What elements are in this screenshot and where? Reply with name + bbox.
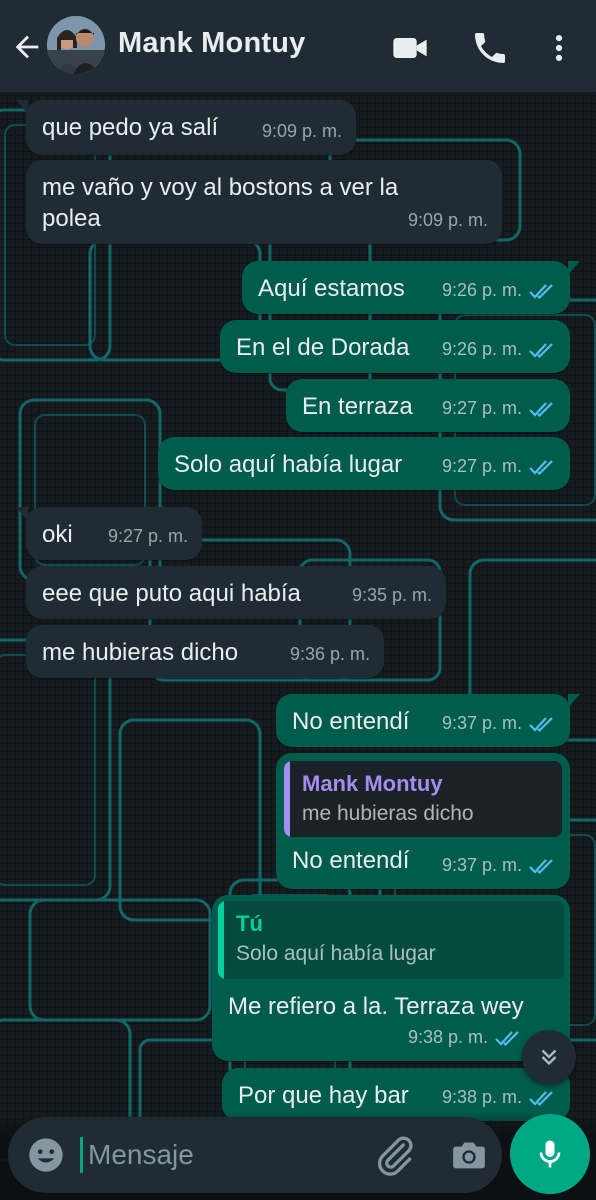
read-receipt-icon bbox=[495, 1030, 519, 1046]
message-text: En terraza bbox=[302, 393, 413, 420]
message-time: 9:09 p. m. bbox=[261, 121, 342, 141]
message-text: me hubieras dicho bbox=[42, 639, 239, 666]
message-bubble-outgoing[interactable]: En terraza 9:27 p. m. bbox=[286, 379, 570, 432]
voice-message-button[interactable] bbox=[510, 1114, 590, 1194]
quoted-message[interactable]: Mank Montuy me hubieras dicho bbox=[284, 761, 562, 837]
message-time: 9:35 p. m. bbox=[351, 585, 432, 605]
read-receipt-icon bbox=[529, 716, 553, 732]
read-receipt-icon bbox=[529, 401, 553, 417]
quoted-author: Tú bbox=[236, 911, 263, 936]
message-text: No entendí bbox=[292, 708, 410, 735]
phone-icon[interactable] bbox=[470, 28, 510, 68]
message-bubble-incoming[interactable]: me vaño y voy al bostons a ver la polea … bbox=[26, 160, 502, 244]
chevron-double-down-icon bbox=[541, 1049, 557, 1066]
message-time: 9:38 p. m. bbox=[407, 1027, 488, 1047]
message-text: oki bbox=[42, 521, 73, 548]
message-bubble-outgoing[interactable]: No entendí 9:37 p. m. bbox=[276, 694, 580, 747]
message-time: 9:37 p. m. bbox=[441, 713, 522, 733]
quoted-author: Mank Montuy bbox=[302, 771, 443, 796]
message-time: 9:09 p. m. bbox=[407, 210, 488, 230]
quoted-text: me hubieras dicho bbox=[302, 802, 474, 825]
message-time: 9:36 p. m. bbox=[289, 644, 370, 664]
avatar-photo bbox=[47, 16, 105, 74]
message-time: 9:38 p. m. bbox=[441, 1087, 522, 1107]
message-bubble-incoming[interactable]: que pedo ya salí 9:09 p. m. bbox=[16, 100, 356, 155]
more-vertical-icon[interactable] bbox=[542, 28, 576, 68]
message-time: 9:27 p. m. bbox=[441, 456, 522, 476]
message-time: 9:26 p. m. bbox=[441, 339, 522, 359]
quoted-message[interactable]: Tú Solo aquí había lugar bbox=[218, 901, 564, 979]
video-camera-icon[interactable] bbox=[390, 28, 430, 68]
message-text: En el de Dorada bbox=[236, 334, 410, 361]
message-text: eee que puto aqui había bbox=[42, 580, 301, 607]
message-composer bbox=[8, 1117, 502, 1193]
read-receipt-icon bbox=[529, 283, 553, 299]
message-text: Aquí estamos bbox=[258, 275, 405, 302]
message-time: 9:27 p. m. bbox=[441, 398, 522, 418]
message-text: Solo aquí había lugar bbox=[174, 451, 403, 478]
message-text: Por que hay bar bbox=[238, 1082, 409, 1109]
camera-icon[interactable] bbox=[448, 1135, 490, 1175]
arrow-left-icon[interactable] bbox=[10, 30, 44, 64]
message-bubble-incoming[interactable]: eee que puto aqui había 9:35 p. m. bbox=[26, 566, 446, 619]
message-text: que pedo ya salí bbox=[42, 114, 219, 141]
chat-screen: Mank Montuy que pedo ya salí 9:09 p. m. … bbox=[0, 0, 596, 1200]
message-bubble-outgoing-reply[interactable]: Mank Montuy me hubieras dicho No entendí… bbox=[276, 753, 570, 889]
message-bubble-outgoing[interactable]: Aquí estamos 9:26 p. m. bbox=[242, 261, 580, 314]
message-time: 9:26 p. m. bbox=[441, 280, 522, 300]
read-receipt-icon bbox=[529, 858, 553, 874]
message-time: 9:27 p. m. bbox=[107, 526, 188, 546]
message-text: Me refiero a la. Terraza wey bbox=[228, 993, 524, 1020]
message-bubble-outgoing-reply[interactable]: Tú Solo aquí había lugar Me refiero a la… bbox=[212, 895, 570, 1061]
scroll-to-bottom-button[interactable] bbox=[522, 1030, 576, 1084]
message-text: me vaño y voy al bostons a ver la polea bbox=[42, 174, 405, 232]
avatar[interactable] bbox=[47, 16, 105, 74]
message-input[interactable] bbox=[88, 1135, 358, 1175]
chat-header: Mank Montuy bbox=[0, 0, 596, 92]
read-receipt-icon bbox=[529, 1090, 553, 1106]
message-bubble-incoming[interactable]: me hubieras dicho 9:36 p. m. bbox=[26, 625, 384, 678]
emoji-icon[interactable] bbox=[26, 1135, 66, 1175]
read-receipt-icon bbox=[529, 459, 553, 475]
contact-name[interactable]: Mank Montuy bbox=[118, 27, 305, 60]
quoted-text: Solo aquí había lugar bbox=[236, 942, 436, 965]
microphone-icon bbox=[539, 1140, 561, 1168]
text-cursor bbox=[80, 1137, 83, 1173]
paperclip-icon[interactable] bbox=[373, 1133, 417, 1177]
read-receipt-icon bbox=[529, 342, 553, 358]
message-text: No entendí bbox=[292, 847, 410, 874]
message-bubble-outgoing[interactable]: En el de Dorada 9:26 p. m. bbox=[220, 320, 570, 373]
message-bubble-outgoing[interactable]: Solo aquí había lugar 9:27 p. m. bbox=[158, 437, 570, 490]
message-bubble-incoming[interactable]: oki 9:27 p. m. bbox=[16, 507, 202, 560]
message-time: 9:37 p. m. bbox=[441, 855, 522, 875]
